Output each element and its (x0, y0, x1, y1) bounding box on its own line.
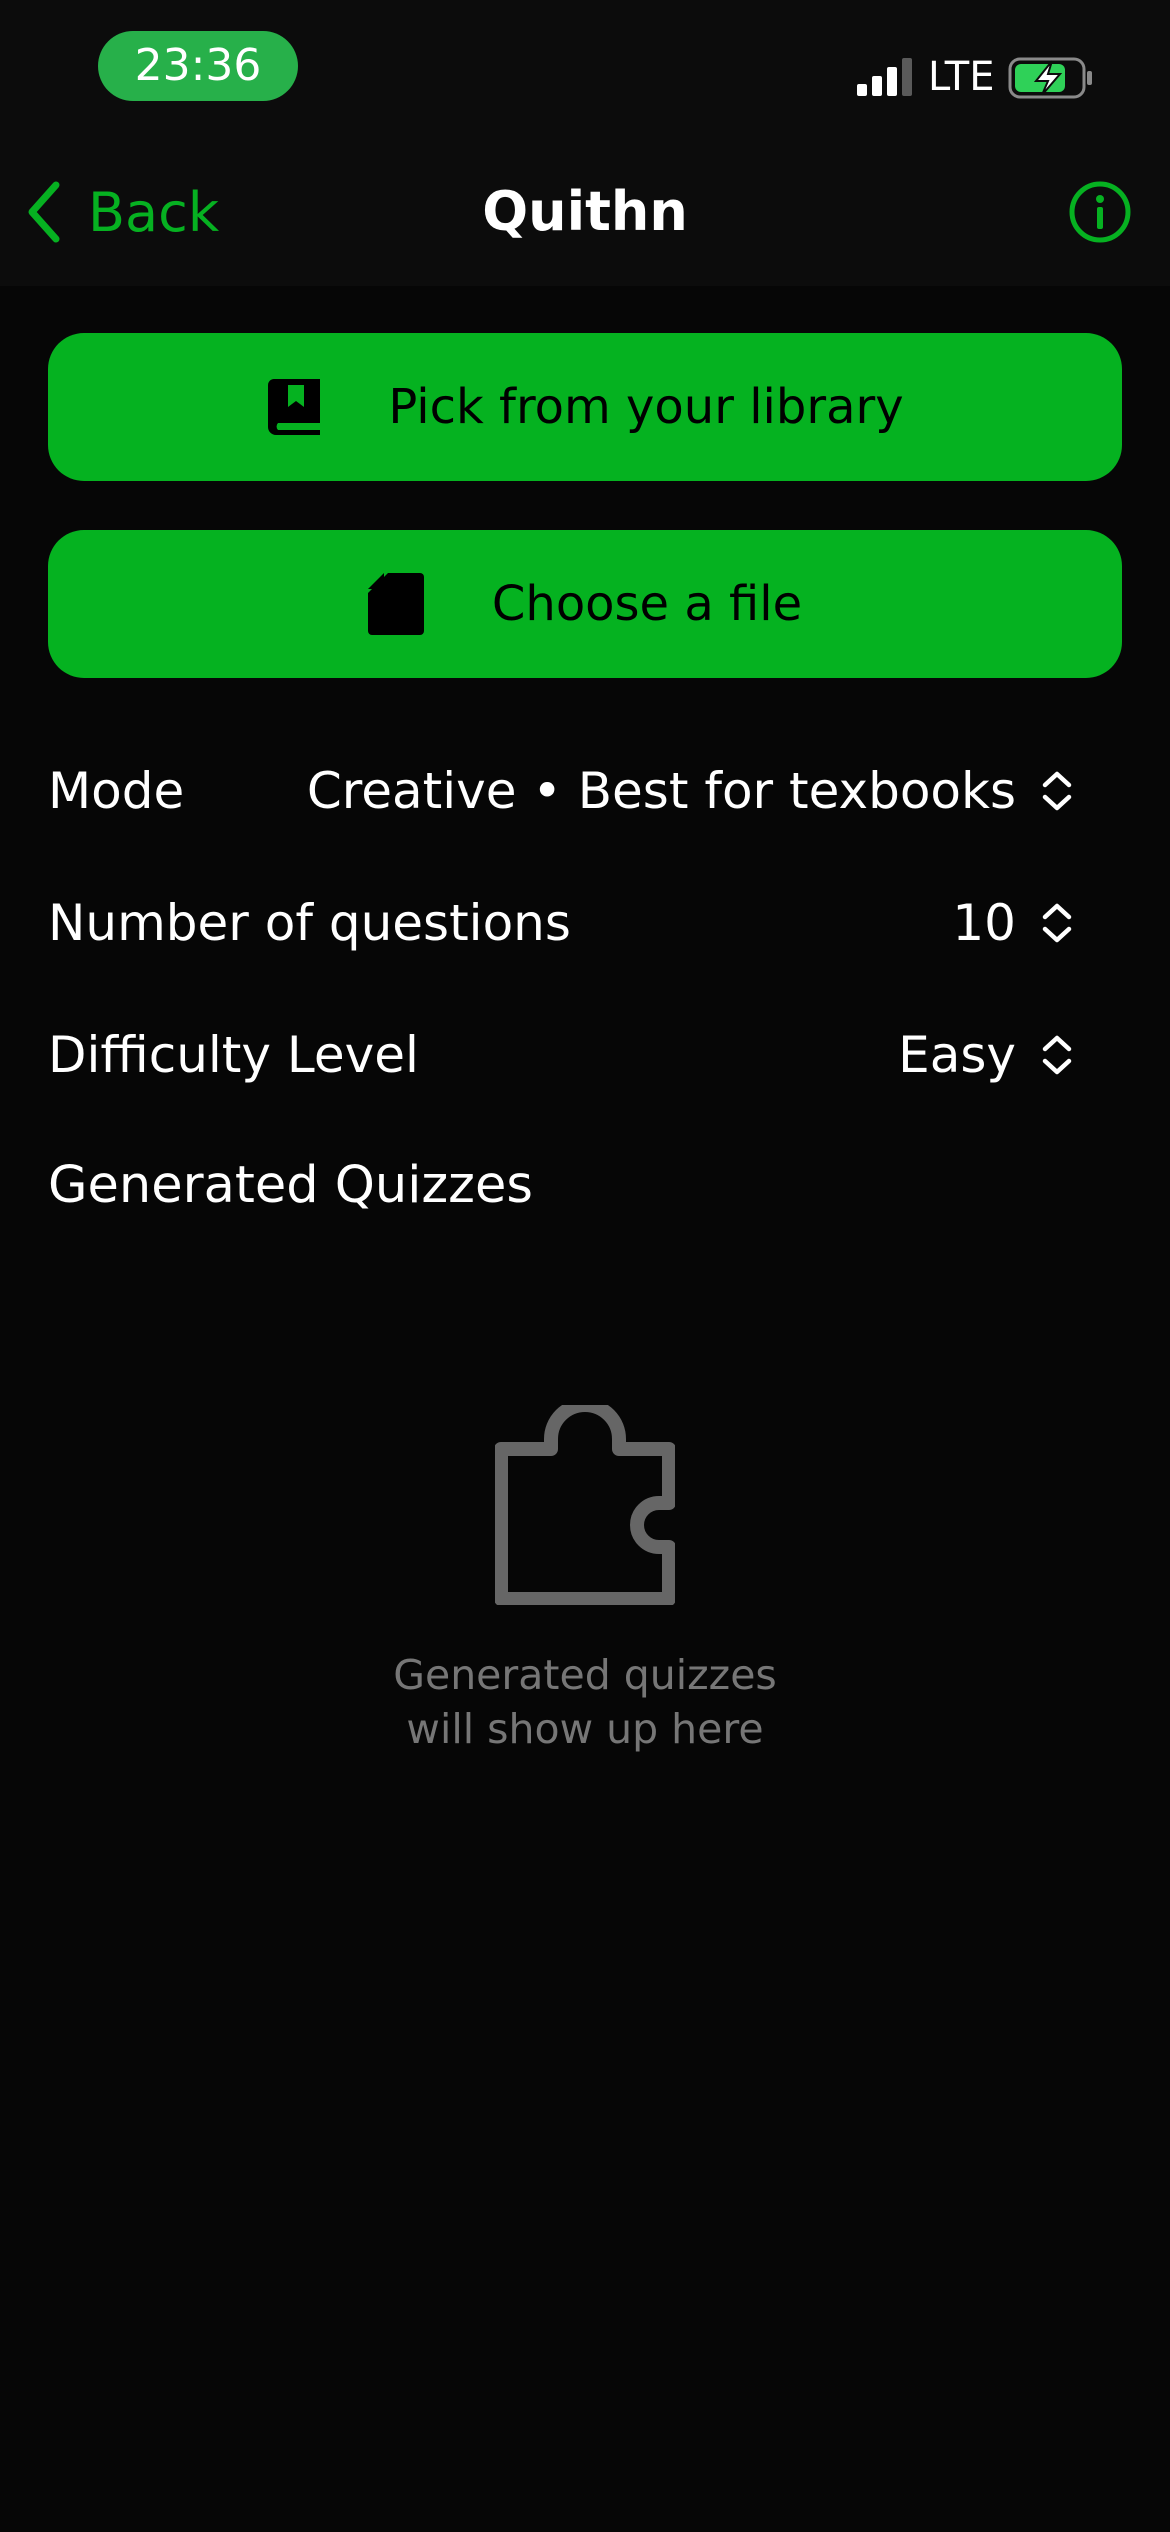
chevron-left-icon (28, 181, 60, 243)
status-time: 23:36 (98, 31, 298, 101)
file-icon (367, 573, 424, 635)
choose-file-label: Choose a file (491, 576, 803, 632)
difficulty-row: Difficulty Level Easy (48, 1015, 1122, 1095)
difficulty-value: Easy (898, 1026, 1016, 1084)
cellular-signal-icon (857, 58, 912, 96)
empty-state-message: Generated quizzes will show up here (0, 1648, 1170, 1756)
back-label: Back (88, 180, 220, 244)
status-bar: 23:36 LTE (0, 0, 1170, 140)
empty-state-line-1: Generated quizzes (393, 1651, 777, 1699)
navigation-bar: Quithn Back (0, 140, 1170, 286)
mode-value: Creative • Best for texbooks (306, 762, 1016, 820)
mode-row: Mode Creative • Best for texbooks (48, 751, 1122, 831)
question-count-picker[interactable]: 10 (952, 883, 1074, 963)
pick-from-library-label: Pick from your library (388, 379, 904, 435)
mode-label: Mode (48, 762, 185, 820)
mode-picker[interactable]: Creative • Best for texbooks (307, 751, 1074, 831)
choose-file-button[interactable]: Choose a file (48, 530, 1122, 678)
empty-state-line-2: will show up here (406, 1705, 764, 1753)
book-icon (268, 379, 321, 435)
difficulty-picker[interactable]: Easy (898, 1015, 1074, 1095)
battery-charging-icon (1008, 57, 1092, 99)
question-count-row: Number of questions 10 (48, 883, 1122, 963)
chevron-up-down-icon (1042, 771, 1072, 811)
info-icon[interactable] (1068, 180, 1132, 244)
question-count-value: 10 (952, 894, 1016, 952)
pick-from-library-button[interactable]: Pick from your library (48, 333, 1122, 481)
chevron-up-down-icon (1042, 903, 1072, 943)
question-count-label: Number of questions (48, 894, 571, 952)
chevron-up-down-icon (1042, 1035, 1072, 1075)
back-button[interactable]: Back (22, 176, 219, 248)
network-type: LTE (928, 54, 995, 100)
puzzle-icon (495, 1405, 675, 1605)
generated-quizzes-heading: Generated Quizzes (48, 1156, 533, 1215)
difficulty-label: Difficulty Level (48, 1026, 419, 1084)
